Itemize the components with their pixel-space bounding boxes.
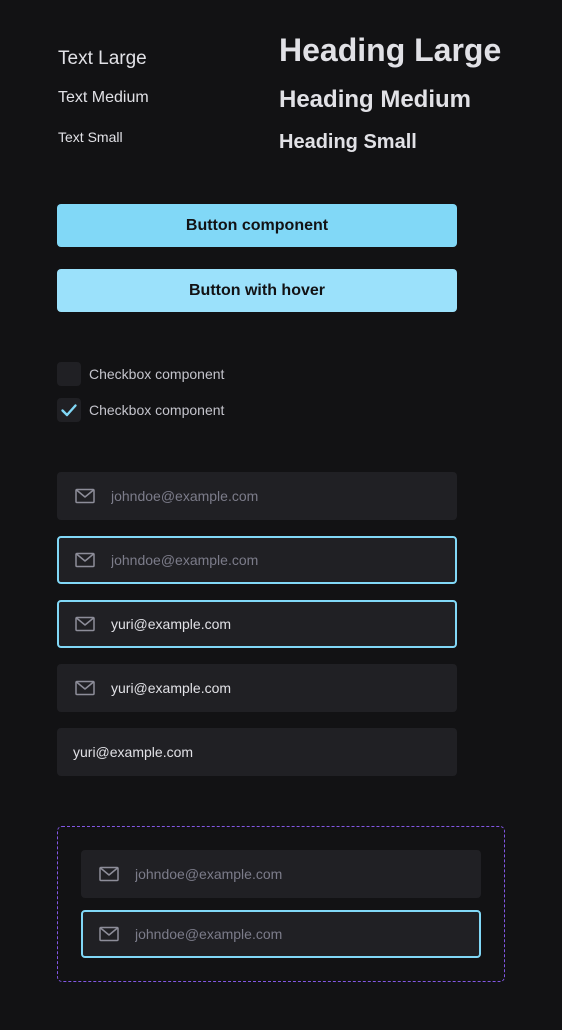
- email-field[interactable]: [111, 552, 441, 568]
- group-email-input-focused[interactable]: [81, 910, 481, 958]
- checkbox-label: Checkbox component: [89, 366, 225, 382]
- group-email-input-default[interactable]: [81, 850, 481, 898]
- checkbox-label: Checkbox component: [89, 402, 225, 418]
- checkbox-box[interactable]: [57, 398, 81, 422]
- mail-icon: [73, 548, 97, 572]
- heading-medium-sample: Heading Medium: [279, 86, 472, 113]
- email-field[interactable]: [111, 680, 441, 696]
- mail-icon: [97, 862, 121, 886]
- check-icon: [61, 404, 77, 417]
- text-small-sample: Text Small: [58, 129, 123, 145]
- email-field[interactable]: [135, 866, 465, 882]
- email-field[interactable]: [73, 744, 441, 760]
- email-input-focused[interactable]: [57, 536, 457, 584]
- email-field[interactable]: [111, 488, 441, 504]
- text-medium-sample: Text Medium: [58, 89, 149, 106]
- mail-icon: [97, 922, 121, 946]
- checkbox-box[interactable]: [57, 362, 81, 386]
- text-large-sample: Text Large: [58, 48, 147, 69]
- email-input-default[interactable]: [57, 472, 457, 520]
- button-component[interactable]: Button component: [57, 204, 457, 247]
- heading-small-sample: Heading Small: [279, 131, 417, 153]
- button-with-hover[interactable]: Button with hover: [57, 269, 457, 312]
- email-input-focused-filled[interactable]: [57, 600, 457, 648]
- email-input-no-icon[interactable]: [57, 728, 457, 776]
- email-field[interactable]: [111, 616, 441, 632]
- mail-icon: [73, 612, 97, 636]
- mail-icon: [73, 484, 97, 508]
- email-input-filled[interactable]: [57, 664, 457, 712]
- email-field[interactable]: [135, 926, 465, 942]
- checkbox-checked[interactable]: Checkbox component: [57, 398, 224, 422]
- mail-icon: [73, 676, 97, 700]
- checkbox-unchecked[interactable]: Checkbox component: [57, 362, 224, 386]
- heading-large-sample: Heading Large: [279, 32, 502, 68]
